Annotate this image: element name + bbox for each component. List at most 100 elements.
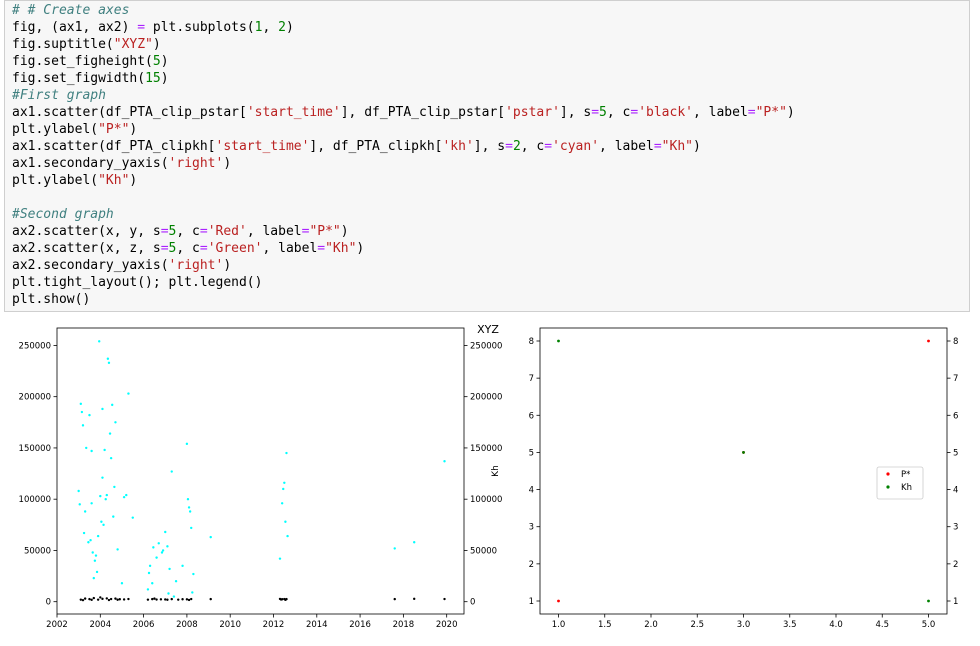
secondary-y-tick-label: 5 — [953, 448, 958, 458]
code-line: fig.suptitle("XYZ") — [12, 36, 795, 53]
code-line: fig, (ax1, ax2) = plt.subplots(1, 2) — [12, 19, 795, 36]
code-token: 'right' — [168, 156, 224, 171]
data-point — [116, 598, 119, 601]
data-point — [166, 598, 169, 601]
data-point — [79, 402, 83, 406]
data-point — [190, 526, 193, 530]
data-point — [166, 545, 169, 548]
code-line: ax2.scatter(x, z, s=5, c='Green', label=… — [12, 240, 795, 257]
x-tick-label: 2012 — [263, 620, 285, 630]
data-point — [185, 598, 189, 601]
data-point — [111, 403, 114, 407]
data-point — [90, 598, 93, 602]
code-token: fig.set_figheight( — [12, 54, 153, 69]
data-point — [103, 448, 106, 452]
code-token: , — [262, 20, 279, 35]
code-token: 2 — [512, 139, 521, 154]
data-point — [160, 551, 164, 554]
data-point — [413, 597, 416, 601]
data-point — [167, 592, 170, 595]
x-tick-label: 3.0 — [737, 620, 751, 630]
x-tick-label: 2.0 — [644, 620, 658, 630]
code-token: ], df_PTA_clipkh[ — [309, 139, 443, 154]
secondary-y-tick-label: 1 — [953, 597, 958, 607]
code-token: ax1.scatter(df_PTA_clipkh[ — [12, 139, 216, 154]
data-point — [81, 424, 85, 427]
code-token: ], s — [473, 139, 506, 154]
data-point — [191, 591, 194, 594]
code-editor[interactable]: # # Create axes fig, (ax1, ax2) = plt.sub… — [12, 2, 795, 308]
code-token: , label — [692, 105, 748, 120]
data-point — [91, 551, 94, 554]
data-point — [284, 598, 287, 602]
y-axis-label: Kh — [491, 465, 501, 477]
code-token: = — [137, 20, 146, 35]
data-point — [155, 598, 158, 601]
data-point — [80, 410, 84, 414]
data-point — [122, 495, 126, 499]
code-line: fig.set_figwidth(15) — [12, 70, 795, 87]
code-line: ax2.scatter(x, y, s=5, c='Red', label="P… — [12, 223, 795, 240]
data-point — [157, 542, 160, 545]
data-point — [108, 432, 112, 435]
data-point — [174, 579, 178, 583]
code-token: 2 — [278, 20, 286, 35]
data-point — [161, 549, 165, 552]
code-token: 'Red' — [207, 224, 247, 239]
data-point — [88, 597, 91, 601]
data-point — [152, 546, 155, 549]
data-point — [557, 339, 560, 343]
data-point — [168, 567, 171, 571]
data-point — [95, 570, 99, 574]
data-point — [927, 339, 930, 343]
data-point — [209, 597, 212, 601]
code-token: 'cyan' — [552, 139, 600, 154]
y-tick-label: 3 — [529, 523, 534, 533]
code-token: = — [317, 241, 326, 256]
y-tick-label: 2 — [529, 560, 534, 570]
data-point — [187, 598, 191, 602]
data-point — [85, 446, 88, 450]
code-token: = — [630, 105, 639, 120]
code-line: ax1.secondary_yaxis('right') — [12, 155, 795, 172]
data-point — [927, 599, 930, 603]
data-point — [279, 598, 283, 601]
data-point — [105, 597, 108, 600]
data-point — [96, 598, 100, 601]
data-point — [164, 530, 167, 534]
code-token: ax2.scatter(x, y, s — [12, 224, 161, 239]
code-token: , c — [176, 224, 200, 239]
code-cell[interactable]: # # Create axes fig, (ax1, ax2) = plt.sub… — [4, 0, 970, 312]
x-tick-label: 2018 — [393, 620, 415, 630]
plot-frame — [56, 327, 465, 615]
x-tick-label: 2020 — [436, 620, 458, 630]
code-token: ) — [129, 173, 138, 188]
data-point — [101, 476, 104, 479]
code-token: #First graph — [12, 88, 106, 103]
secondary-y-tick-label: 2 — [953, 560, 958, 570]
x-tick-label: 2016 — [349, 620, 371, 630]
code-token: 5 — [599, 105, 607, 120]
data-point — [127, 392, 130, 395]
secondary-y-tick-label: 3 — [953, 523, 958, 533]
code-token: 'start_time' — [246, 105, 341, 120]
secondary-y-tick-label: 250000 — [470, 341, 502, 351]
data-point — [188, 510, 192, 513]
data-point — [109, 456, 113, 460]
data-point — [99, 494, 102, 498]
data-point — [148, 564, 152, 568]
data-point — [172, 595, 176, 598]
code-token: plt.ylabel( — [12, 122, 99, 137]
data-point — [742, 451, 745, 454]
data-point — [120, 582, 124, 585]
x-tick-label: 1.0 — [552, 620, 566, 630]
code-line: #Second graph — [12, 206, 795, 223]
code-token: ax2.scatter(x, z, s — [12, 241, 161, 256]
legend-marker — [886, 472, 890, 476]
data-point — [92, 596, 96, 600]
code-token: 15 — [145, 71, 161, 86]
code-line: plt.tight_layout(); plt.legend() — [12, 274, 795, 291]
code-token: ], df_PTA_clip_pstar[ — [340, 105, 506, 120]
legend-marker — [886, 485, 890, 489]
code-token: 'right' — [168, 258, 224, 273]
